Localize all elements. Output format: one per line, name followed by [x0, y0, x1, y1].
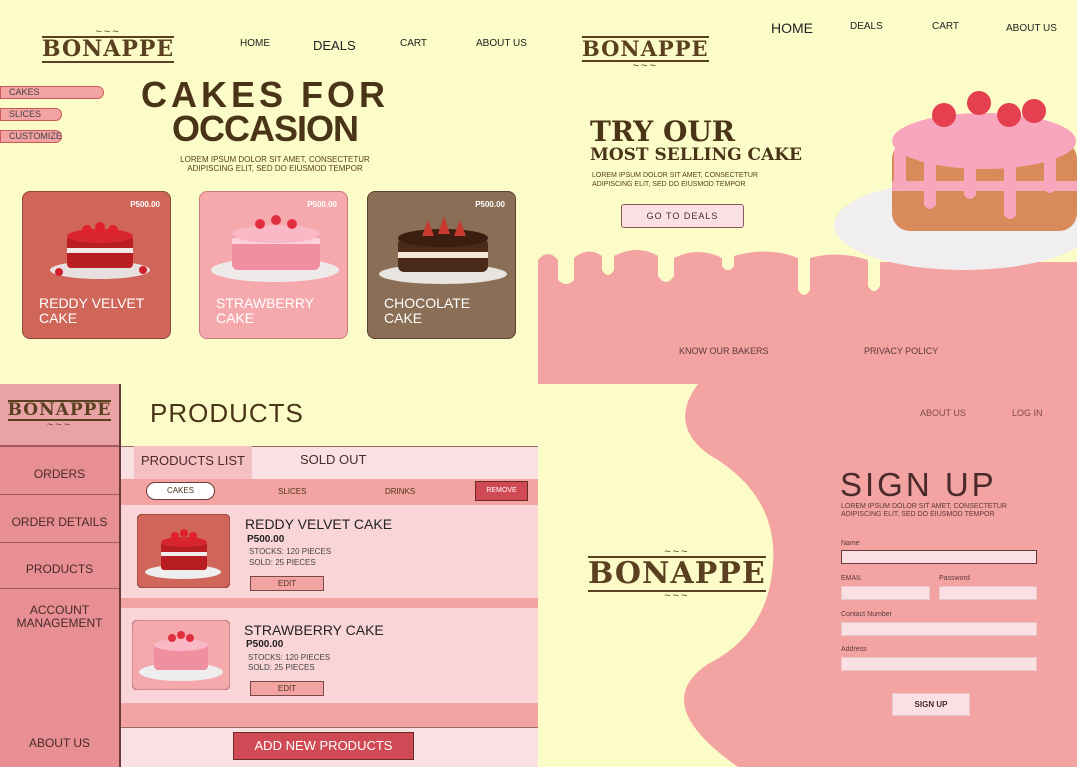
sidebar-item-about-us[interactable]: ABOUT US [0, 736, 119, 750]
featured-cake-image [834, 91, 1077, 270]
signup-text: LOREM IPSUM DOLOR SIT AMET, CONSECTETUR … [841, 503, 1007, 518]
card-name: REDDY VELVET CAKE [39, 295, 145, 326]
filter-slices[interactable]: SLICES [0, 108, 62, 121]
sidebar-item-account-management[interactable]: ACCOUNT MANAGEMENT [0, 604, 119, 630]
sidebar-logo-area: BONAPPE ~~~ [0, 384, 119, 446]
nav-about[interactable]: ABOUT US [920, 408, 966, 418]
product-stocks: STOCKS: 120 PIECES [248, 653, 331, 662]
brand-logo[interactable]: BONAPPE ~~~ [7, 399, 112, 432]
label-address: Address [841, 646, 867, 653]
admin-sidebar: BONAPPE ~~~ ORDERS ORDER DETAILS PRODUCT… [0, 384, 121, 767]
password-field[interactable] [939, 586, 1037, 600]
red-velvet-cake-image [50, 222, 150, 279]
logo-wave-icon: ~~~ [664, 546, 690, 558]
label-contact: Contact Number [841, 611, 892, 618]
logo-wave-icon: ~~~ [632, 60, 658, 73]
nav-home[interactable]: HOME [240, 38, 270, 49]
card-name: STRAWBERRY CAKE [216, 295, 315, 326]
hero-text: LOREM IPSUM DOLOR SIT AMET, CONSECTETUR … [592, 172, 758, 188]
chocolate-cake-image [379, 216, 507, 284]
sidebar-item-orders[interactable]: ORDERS [0, 446, 119, 495]
remove-button[interactable]: REMOVE [475, 481, 528, 501]
logo-wave-icon: ~~~ [46, 419, 73, 432]
product-price: P500.00 [246, 639, 284, 650]
label-name: Name [841, 540, 860, 547]
product-card-strawberry[interactable]: P500.00 STRAWBERRY CAKE [199, 191, 348, 339]
product-price: P500.00 [247, 534, 285, 545]
strawberry-thumbnail[interactable] [132, 620, 230, 690]
tab-products-list[interactable]: PRODUCTS LIST [134, 446, 252, 479]
nav-cart[interactable]: CART [932, 21, 959, 32]
address-field[interactable] [841, 657, 1037, 671]
brand-logo[interactable]: ~~~ BONAPPE [42, 26, 175, 64]
category-slices[interactable]: SLICES [278, 487, 306, 496]
product-name: STRAWBERRY CAKE [244, 622, 384, 638]
filter-cakes[interactable]: CAKES [0, 86, 104, 99]
page-headline: CAKES FOR OCCASION [140, 74, 389, 149]
strawberry-cake-image [211, 215, 339, 282]
sign-up-button[interactable]: SIGN UP [892, 693, 970, 716]
name-field[interactable] [841, 550, 1037, 564]
product-card-chocolate[interactable]: P500.00 CHOCOLATE CAKE [367, 191, 516, 339]
product-sold: SOLD: 25 PIECES [249, 558, 316, 567]
sidebar-item-products[interactable]: PRODUCTS [0, 543, 119, 589]
email-field[interactable] [841, 586, 930, 600]
intro-text: LOREM IPSUM DOLOR SIT AMET, CONSECTETUR … [180, 155, 370, 173]
add-new-products-button[interactable]: ADD NEW PRODUCTS [233, 732, 414, 760]
brand-logo[interactable]: BONAPPE ~~~ [582, 36, 709, 73]
nav-deals[interactable]: DEALS [850, 21, 883, 32]
card-name: CHOCOLATE CAKE [384, 295, 471, 326]
go-to-deals-button[interactable]: GO TO DEALS [621, 204, 744, 228]
nav-cart[interactable]: CART [400, 38, 427, 49]
product-sold: SOLD: 25 PIECES [248, 663, 315, 672]
product-card-red-velvet[interactable]: P500.00 REDDY VELVET CAKE [22, 191, 171, 339]
nav-home[interactable]: HOME [771, 20, 813, 36]
logo-wave-icon: ~~~ [95, 26, 121, 38]
category-drinks[interactable]: DRINKS [385, 487, 415, 496]
contact-number-field[interactable] [841, 622, 1037, 636]
nav-about[interactable]: ABOUT US [476, 38, 527, 49]
deals-panel: HOME DEALS CART ABOUT US BONAPPE ~~~ TRY… [538, 0, 1077, 384]
signup-panel: ~~~ BONAPPE ~~~ ABOUT US LOG IN SIGN UP … [538, 384, 1077, 767]
category-cakes[interactable]: CAKES [146, 482, 215, 500]
landing-panel: ~~~ BONAPPE HOME DEALS CART ABOUT US CAK… [0, 0, 538, 384]
nav-about[interactable]: ABOUT US [1006, 23, 1057, 34]
hero-title: TRY OUR MOST SELLING CAKE [590, 115, 802, 165]
sidebar-item-order-details[interactable]: ORDER DETAILS [0, 495, 119, 543]
filter-customize[interactable]: CUSTOMIZE [0, 130, 62, 143]
edit-button[interactable]: EDIT [250, 576, 324, 591]
label-email: EMAIL [841, 575, 863, 582]
signup-title: SIGN UP [840, 466, 997, 503]
row-divider [121, 598, 538, 608]
product-stocks: STOCKS: 120 PIECES [249, 547, 332, 556]
privacy-policy-link[interactable]: PRIVACY POLICY [864, 346, 938, 356]
label-password: Password [939, 575, 970, 582]
product-name: REDDY VELVET CAKE [245, 516, 393, 532]
nav-login[interactable]: LOG IN [1012, 408, 1043, 418]
brand-logo[interactable]: ~~~ BONAPPE ~~~ [588, 546, 766, 602]
admin-products-panel: BONAPPE ~~~ ORDERS ORDER DETAILS PRODUCT… [0, 384, 538, 767]
edit-button[interactable]: EDIT [250, 681, 324, 696]
tab-sold-out[interactable]: SOLD OUT [300, 452, 366, 467]
know-our-bakers-link[interactable]: KNOW OUR BAKERS [679, 346, 769, 356]
nav-deals[interactable]: DEALS [313, 38, 356, 53]
page-title: PRODUCTS [150, 398, 304, 428]
row-divider [121, 703, 538, 727]
logo-wave-icon: ~~~ [664, 589, 690, 602]
red-velvet-thumbnail[interactable] [137, 514, 230, 588]
